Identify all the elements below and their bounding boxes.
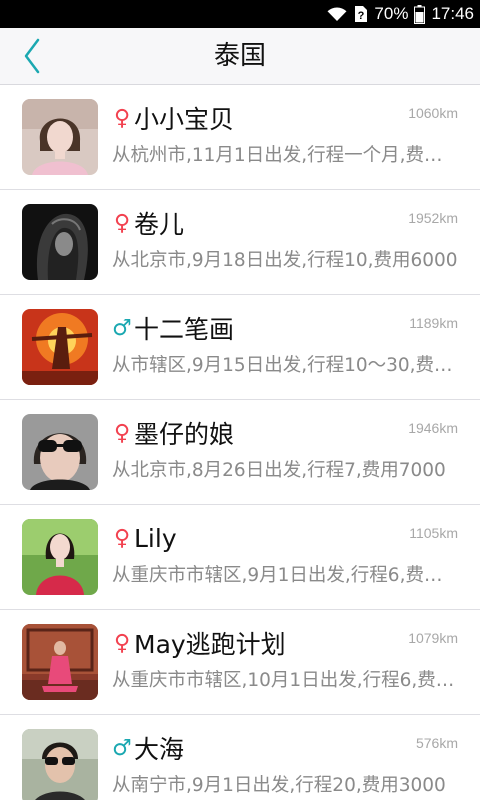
female-icon: ♀	[113, 630, 131, 656]
avatar	[22, 519, 98, 595]
name-line: ♂ 大海	[112, 731, 370, 765]
list-item[interactable]: ♂ 大海 576km 从南宁市,9月1日出发,行程20,费用3000	[0, 715, 480, 800]
trip-description: 从市辖区,9月15日出发,行程10～30,费用面议	[112, 355, 458, 376]
list-item[interactable]: ♀ 小小宝贝 1060km 从杭州市,11月1日出发,行程一个月,费用5000	[0, 85, 480, 190]
female-icon: ♀	[113, 420, 131, 446]
name-line: ♀ May逃跑计划	[112, 626, 370, 660]
distance: 1946km	[408, 420, 458, 436]
clock: 17:46	[431, 4, 474, 23]
avatar	[22, 414, 98, 490]
distance: 1060km	[408, 105, 458, 121]
navigation-bar: 泰国	[0, 28, 480, 85]
user-name: May逃跑计划	[134, 630, 286, 659]
trip-description: 从重庆市市辖区,9月1日出发,行程6,费用5000	[112, 565, 458, 586]
male-icon: ♂	[112, 735, 132, 761]
status-bar: ? 70% 17:46	[0, 0, 480, 28]
distance: 1079km	[408, 630, 458, 646]
name-line: ♀ 卷儿	[112, 206, 370, 240]
sim-alert-icon: ?	[354, 5, 368, 23]
user-name: 小小宝贝	[134, 105, 235, 134]
avatar	[22, 99, 98, 175]
user-name: 十二笔画	[134, 315, 235, 344]
list-item[interactable]: ♀ 卷儿 1952km 从北京市,9月18日出发,行程10,费用6000	[0, 190, 480, 295]
name-line: ♀ 墨仔的娘	[112, 416, 370, 450]
avatar	[22, 729, 98, 800]
distance: 1189km	[409, 315, 458, 331]
list-item[interactable]: ♀ Lily 1105km 从重庆市市辖区,9月1日出发,行程6,费用5000	[0, 505, 480, 610]
list-item[interactable]: ♂ 十二笔画 1189km 从市辖区,9月15日出发,行程10～30,费用面议	[0, 295, 480, 400]
female-icon: ♀	[113, 210, 131, 236]
user-name: 大海	[134, 735, 185, 764]
trip-description: 从重庆市市辖区,10月1日出发,行程6,费用8000	[112, 670, 458, 691]
distance: 576km	[415, 735, 458, 751]
female-icon: ♀	[113, 105, 131, 131]
female-icon: ♀	[113, 525, 131, 551]
name-line: ♀ 小小宝贝	[112, 101, 370, 135]
wifi-icon	[326, 6, 348, 22]
male-icon: ♂	[112, 315, 132, 341]
page-title: 泰国	[213, 41, 266, 71]
user-list[interactable]: ♀ 小小宝贝 1060km 从杭州市,11月1日出发,行程一个月,费用5000 …	[0, 85, 480, 800]
name-line: ♂ 十二笔画	[112, 311, 370, 345]
battery-icon	[414, 4, 426, 24]
user-name: 墨仔的娘	[134, 420, 235, 449]
user-name: 卷儿	[134, 210, 185, 239]
battery-level: 70%	[374, 4, 409, 23]
svg-text:?: ?	[358, 10, 365, 22]
avatar	[22, 204, 98, 280]
name-line: ♀ Lily	[112, 521, 370, 555]
distance: 1952km	[408, 210, 458, 226]
distance: 1105km	[409, 525, 458, 541]
trip-description: 从杭州市,11月1日出发,行程一个月,费用5000	[112, 145, 458, 166]
list-item[interactable]: ♀ 墨仔的娘 1946km 从北京市,8月26日出发,行程7,费用7000	[0, 400, 480, 505]
list-item[interactable]: ♀ May逃跑计划 1079km 从重庆市市辖区,10月1日出发,行程6,费用8…	[0, 610, 480, 715]
avatar	[22, 309, 98, 385]
user-name: Lily	[134, 523, 177, 553]
trip-description: 从南宁市,9月1日出发,行程20,费用3000	[112, 775, 446, 796]
trip-description: 从北京市,9月18日出发,行程10,费用6000	[112, 250, 458, 271]
status-icons: ? 70% 17:46	[326, 0, 474, 28]
trip-description: 从北京市,8月26日出发,行程7,费用7000	[112, 460, 446, 481]
avatar	[22, 624, 98, 700]
